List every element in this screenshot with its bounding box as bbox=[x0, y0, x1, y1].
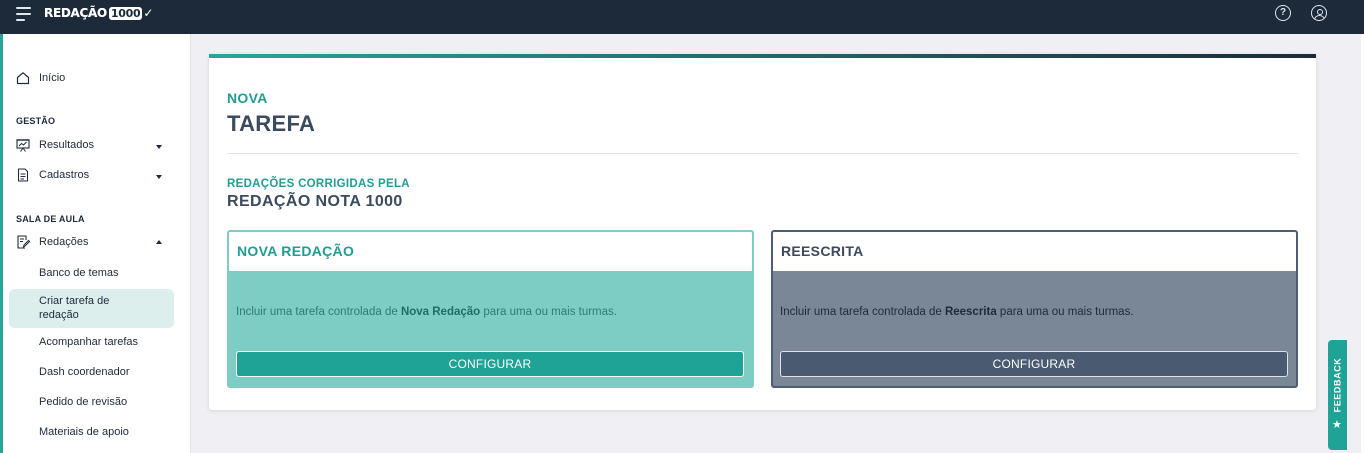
section-title-gestao: GESTÃO bbox=[16, 116, 56, 126]
star-icon: ★ bbox=[1332, 419, 1342, 431]
section-eyebrow: REDAÇÕES CORRIGIDAS PELA bbox=[227, 178, 410, 190]
option-card-title: NOVA REDAÇÃO bbox=[237, 243, 355, 259]
feedback-label: FEEDBACK bbox=[1332, 357, 1343, 413]
chevron-down-icon[interactable] bbox=[156, 175, 162, 179]
user-icon[interactable] bbox=[1311, 5, 1327, 21]
sidebar-subitem-criar-tarefa[interactable]: Criar tarefa de redação bbox=[9, 289, 174, 328]
sidebar-item-label: Resultados bbox=[39, 139, 95, 151]
option-card-header: REESCRITA bbox=[773, 232, 1296, 271]
option-card-reescrita: REESCRITA Incluir uma tarefa controlada … bbox=[771, 230, 1298, 388]
chevron-up-icon[interactable] bbox=[156, 240, 162, 244]
sidebar-subitem-banco-de-temas[interactable]: Banco de temas bbox=[39, 266, 119, 280]
logo-text: REDAÇÃO bbox=[44, 6, 107, 20]
page-title: TAREFA bbox=[227, 111, 316, 136]
sidebar-subitem-label-line2: redação bbox=[39, 309, 79, 321]
option-card-description: Incluir uma tarefa controlada de Reescri… bbox=[780, 306, 1134, 318]
section-title: REDAÇÃO NOTA 1000 bbox=[227, 193, 403, 210]
sidebar-subitem-dash-coordenador[interactable]: Dash coordenador bbox=[39, 365, 130, 379]
page-eyebrow: NOVA bbox=[227, 90, 268, 106]
card-accent-line bbox=[209, 54, 1316, 58]
logo-badge: 1000 bbox=[108, 7, 143, 20]
configure-nova-redacao-button[interactable]: CONFIGURAR bbox=[236, 351, 744, 377]
chevron-down-icon[interactable] bbox=[156, 145, 162, 149]
logo-check-icon: ✓ bbox=[143, 6, 154, 20]
document-list-icon bbox=[17, 168, 29, 182]
option-card-title: REESCRITA bbox=[781, 243, 864, 259]
hamburger-menu-icon[interactable] bbox=[16, 7, 32, 21]
sidebar-item-label: Cadastros bbox=[39, 169, 90, 181]
sidebar-item-label: Redações bbox=[39, 236, 89, 248]
sidebar: Início GESTÃO Resultados Cadastros SALA … bbox=[3, 34, 191, 453]
divider bbox=[227, 153, 1298, 154]
app-logo[interactable]: REDAÇÃO 1000 ✓ bbox=[44, 5, 153, 21]
help-icon[interactable]: ? bbox=[1275, 5, 1291, 21]
section-title-sala-de-aula: SALA DE AULA bbox=[16, 214, 85, 224]
option-card-nova-redacao: NOVA REDAÇÃO Incluir uma tarefa controla… bbox=[227, 230, 754, 388]
option-card-description: Incluir uma tarefa controlada de Nova Re… bbox=[236, 306, 617, 318]
sidebar-item-label: Início bbox=[39, 72, 66, 84]
sidebar-subitem-materiais-de-apoio[interactable]: Materiais de apoio bbox=[39, 425, 129, 439]
home-icon bbox=[16, 72, 30, 85]
sidebar-subitem-acompanhar-tarefas[interactable]: Acompanhar tarefas bbox=[39, 335, 138, 349]
configure-reescrita-button[interactable]: CONFIGURAR bbox=[780, 351, 1288, 377]
feedback-tab[interactable]: FEEDBACK ★ bbox=[1328, 340, 1347, 450]
presentation-chart-icon bbox=[16, 139, 30, 152]
top-bar: REDAÇÃO 1000 ✓ ? bbox=[0, 0, 1364, 34]
sidebar-subitem-label-line1: Criar tarefa de bbox=[39, 295, 110, 307]
sidebar-subitem-pedido-de-revisao[interactable]: Pedido de revisão bbox=[39, 395, 127, 409]
option-card-header: NOVA REDAÇÃO bbox=[229, 232, 752, 271]
edit-document-icon bbox=[17, 235, 30, 249]
new-task-card: NOVA TAREFA REDAÇÕES CORRIGIDAS PELA RED… bbox=[209, 54, 1316, 410]
